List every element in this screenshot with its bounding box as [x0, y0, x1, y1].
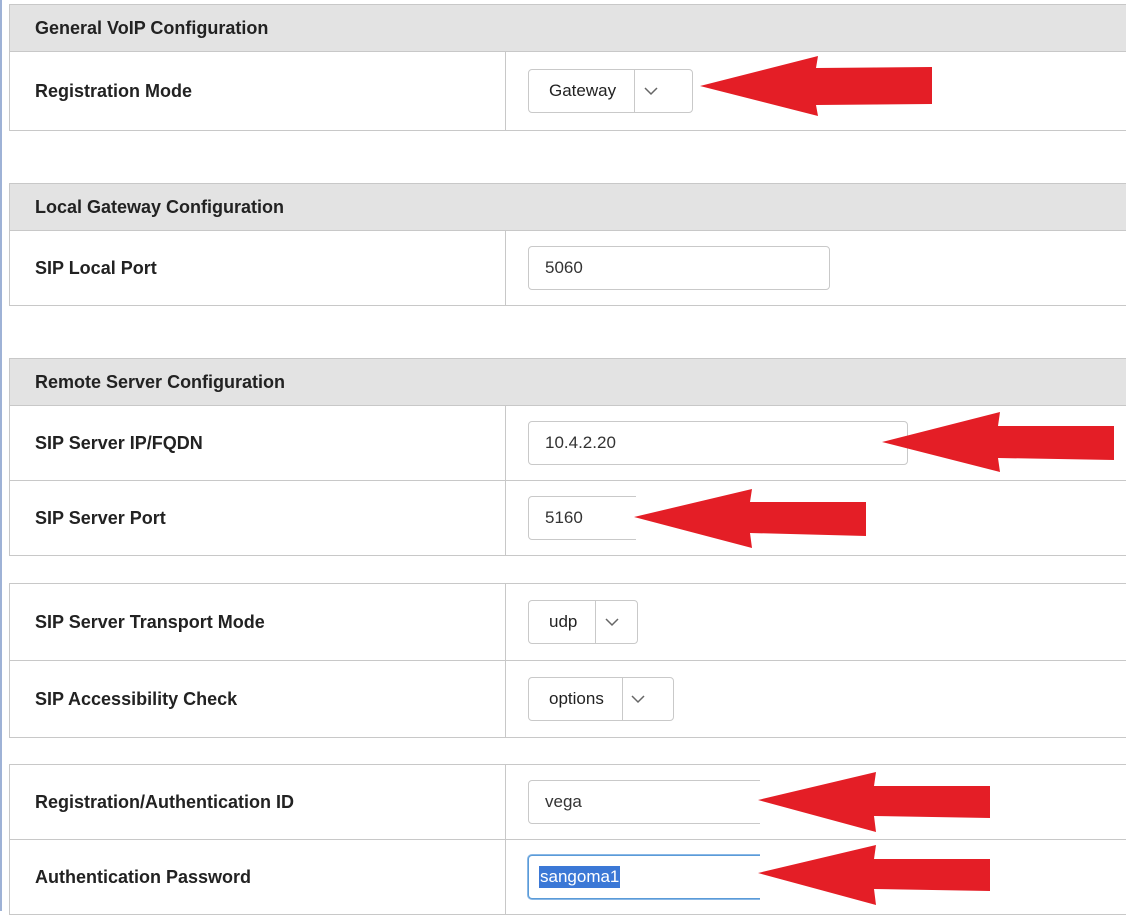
row-transport-mode: SIP Server Transport Mode udp — [10, 584, 1126, 661]
chevron-down-icon — [634, 70, 666, 112]
local-gateway-section: Local Gateway Configuration SIP Local Po… — [9, 183, 1126, 306]
accessibility-check-label: SIP Accessibility Check — [10, 661, 506, 737]
general-voip-section: General VoIP Configuration Registration … — [9, 4, 1126, 131]
password-value: sangoma1 — [539, 866, 621, 888]
chevron-down-icon — [595, 601, 627, 643]
section-title-general: General VoIP Configuration — [10, 5, 1126, 52]
row-sip-local-port: SIP Local Port 5060 — [10, 231, 1126, 305]
registration-id-value: vega — [545, 792, 582, 811]
sip-local-port-input[interactable]: 5060 — [528, 246, 830, 290]
sip-local-port-value: 5060 — [545, 258, 583, 277]
red-arrow-icon — [882, 412, 1114, 472]
sip-server-port-label: SIP Server Port — [10, 481, 506, 555]
red-arrow-icon — [758, 772, 990, 832]
sip-server-port-value: 5160 — [545, 508, 583, 527]
chevron-down-icon — [621, 678, 654, 720]
red-arrow-icon — [758, 845, 990, 905]
accessibility-check-value: options — [549, 689, 604, 708]
page-left-rule — [0, 0, 2, 911]
registration-mode-value: Gateway — [549, 81, 617, 100]
row-accessibility-check: SIP Accessibility Check options — [10, 661, 1126, 737]
transport-mode-select[interactable]: udp — [528, 600, 638, 644]
section-title-local: Local Gateway Configuration — [10, 184, 1126, 231]
registration-mode-select[interactable]: Gateway — [528, 69, 693, 113]
row-sip-server-port: SIP Server Port 5160 — [10, 481, 1126, 555]
registration-id-label: Registration/Authentication ID — [10, 765, 506, 839]
accessibility-check-select[interactable]: options — [528, 677, 674, 721]
registration-mode-label: Registration Mode — [10, 52, 506, 130]
sip-server-ip-input[interactable]: 10.4.2.20 — [528, 421, 908, 465]
red-arrow-icon — [634, 489, 866, 548]
sip-local-port-label: SIP Local Port — [10, 231, 506, 305]
section-title-remote: Remote Server Configuration — [10, 359, 1126, 406]
transport-mode-label: SIP Server Transport Mode — [10, 584, 506, 660]
red-arrow-icon — [700, 56, 932, 116]
transport-mode-value: udp — [549, 612, 578, 631]
row-registration-mode: Registration Mode Gateway — [10, 52, 1126, 130]
sip-server-ip-value: 10.4.2.20 — [545, 433, 616, 452]
transport-section: SIP Server Transport Mode udp SIP Access… — [9, 583, 1126, 738]
password-label: Authentication Password — [10, 840, 506, 914]
sip-server-ip-label: SIP Server IP/FQDN — [10, 406, 506, 480]
